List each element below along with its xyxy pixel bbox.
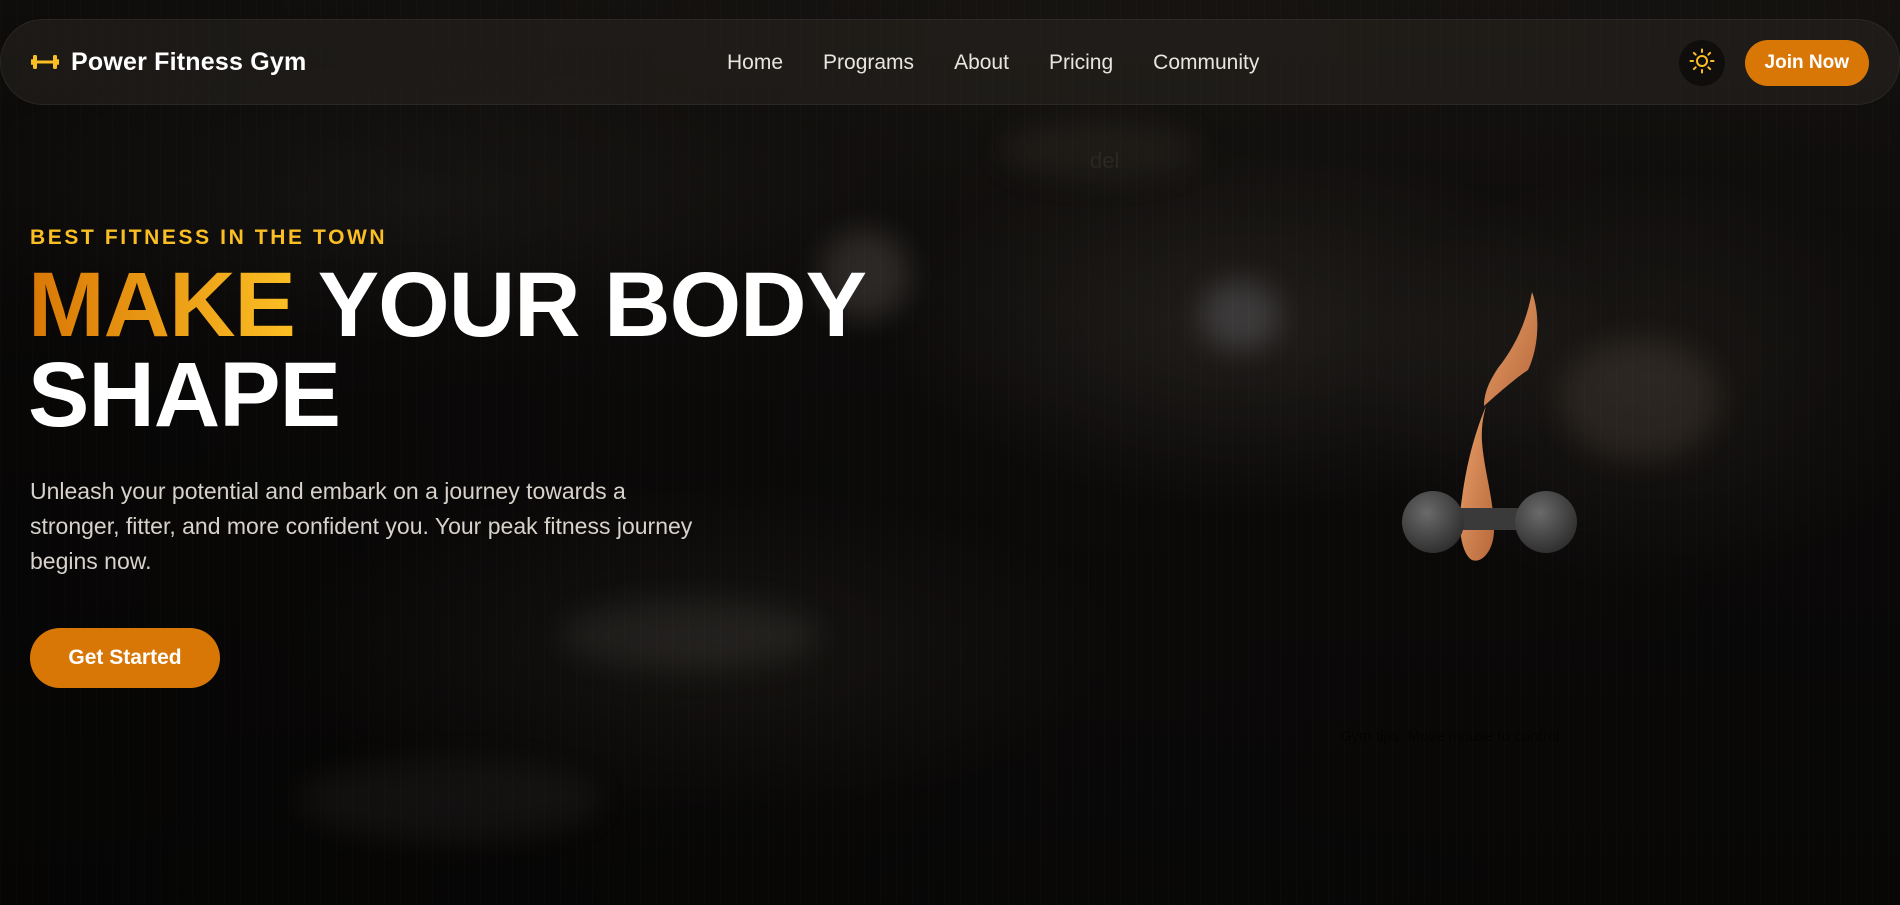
hero-subtext: Unleash your potential and embark on a j… — [30, 478, 693, 574]
headline-accent: MAKE — [28, 254, 296, 356]
nav-link-home[interactable]: Home — [727, 51, 783, 75]
nav-actions: Join Now — [1678, 20, 1869, 106]
nav-links: Home Programs About Pricing Community — [727, 20, 1259, 106]
get-started-button[interactable]: Get Started — [30, 628, 220, 688]
navbar: Power Fitness Gym Home Programs About Pr… — [0, 19, 1900, 105]
hero-eyebrow: BEST FITNESS IN THE TOWN — [30, 226, 388, 249]
3d-scene-canvas[interactable] — [1300, 120, 1900, 760]
scene-hint: Gym tips. Move mouse to control. — [1340, 728, 1564, 745]
sun-icon — [1689, 48, 1715, 79]
page: Power Fitness Gym Home Programs About Pr… — [0, 0, 1900, 905]
nav-link-programs[interactable]: Programs — [823, 51, 914, 75]
nav-link-community[interactable]: Community — [1153, 51, 1259, 75]
brand[interactable]: Power Fitness Gym — [31, 48, 306, 77]
hero-headline: MAKE YOUR BODY SHAPE — [28, 259, 928, 441]
brand-name: Power Fitness Gym — [71, 47, 307, 76]
dumbbell-icon — [31, 52, 59, 72]
theme-toggle-button[interactable] — [1678, 40, 1725, 86]
nav-link-pricing[interactable]: Pricing — [1049, 51, 1113, 75]
scene-label: del — [1090, 148, 1120, 173]
nav-link-about[interactable]: About — [954, 51, 1009, 75]
join-now-button[interactable]: Join Now — [1744, 40, 1869, 86]
